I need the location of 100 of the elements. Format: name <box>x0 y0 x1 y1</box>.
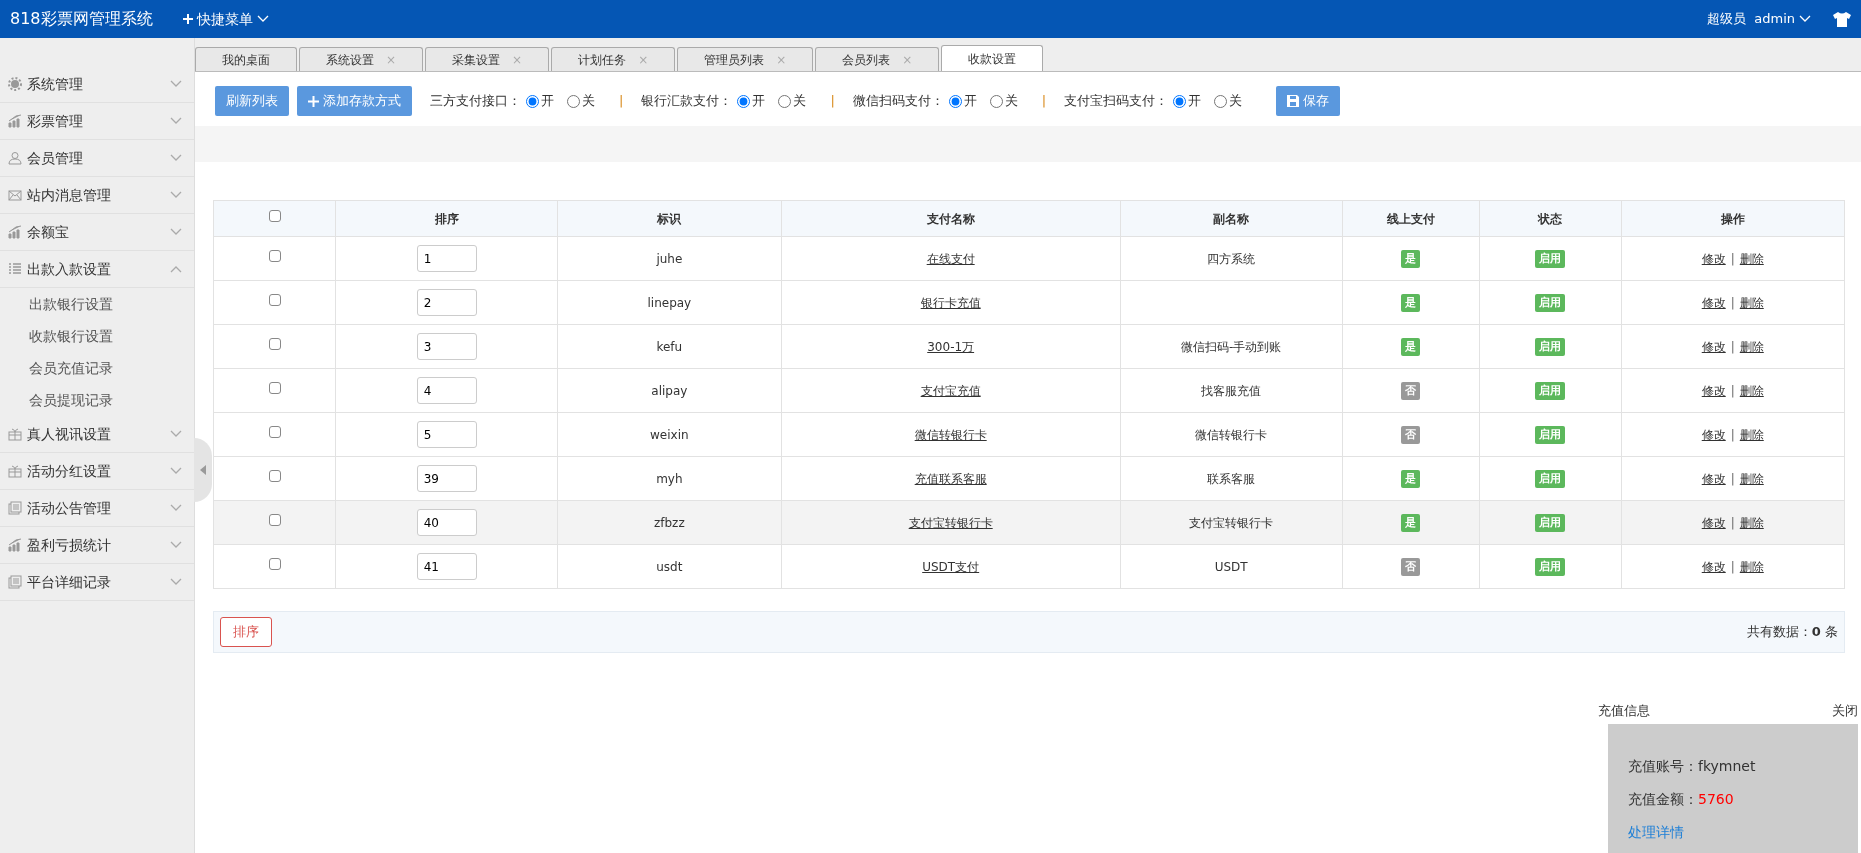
checkbox[interactable] <box>268 293 281 306</box>
tab[interactable]: 收款设置 <box>941 45 1044 71</box>
order-field[interactable]: 40 <box>416 509 477 536</box>
sidebar-item[interactable]: 彩票管理 <box>0 103 194 140</box>
payment-name-link[interactable]: 银行卡充值 <box>920 295 981 310</box>
gift-icon <box>8 427 22 441</box>
tab[interactable]: 我的桌面 <box>195 47 297 71</box>
order-field[interactable]: 41 <box>416 553 477 580</box>
sidebar-item[interactable]: 余额宝 <box>0 214 194 251</box>
radio-label: 开 <box>541 92 554 111</box>
payment-name-link[interactable]: 微信转银行卡 <box>914 427 987 442</box>
delete-link[interactable]: 删除 <box>1739 251 1764 266</box>
checkbox[interactable] <box>268 513 281 526</box>
radio-button[interactable] <box>737 94 751 108</box>
edit-link[interactable]: 修改 <box>1701 383 1726 398</box>
edit-link[interactable]: 修改 <box>1701 251 1726 266</box>
sidebar-item[interactable]: 平台详细记录 <box>0 564 194 601</box>
close-link[interactable]: 关闭 <box>1832 700 1858 720</box>
edit-link[interactable]: 修改 <box>1701 515 1726 530</box>
radio-button[interactable] <box>948 94 962 108</box>
status-tag: 启用 <box>1535 469 1566 489</box>
order-field[interactable]: 2 <box>416 289 477 316</box>
delete-link[interactable]: 删除 <box>1739 295 1764 310</box>
tab[interactable]: 采集设置 × <box>425 47 550 71</box>
chevron-icon <box>256 15 269 23</box>
tab[interactable]: 管理员列表 × <box>677 47 814 71</box>
edit-link[interactable]: 修改 <box>1701 471 1726 486</box>
table-cell: myh <box>656 471 683 486</box>
radio-button[interactable] <box>778 94 792 108</box>
document-icon <box>8 501 22 515</box>
plus-icon <box>308 95 319 107</box>
delete-link[interactable]: 删除 <box>1739 427 1764 442</box>
checkbox[interactable] <box>268 469 281 482</box>
sidebar-item[interactable]: 出款入款设置 <box>0 251 194 288</box>
radio-button[interactable] <box>526 94 539 108</box>
radio-label: 开 <box>752 92 766 111</box>
sidebar-subitem[interactable]: 会员充值记录 <box>0 352 194 384</box>
delete-link[interactable]: 删除 <box>1739 515 1764 530</box>
edit-link[interactable]: 修改 <box>1701 295 1726 310</box>
radio-button[interactable] <box>567 94 580 108</box>
amount-value: 5760 <box>1698 790 1734 809</box>
checkbox[interactable] <box>268 249 281 262</box>
sidebar-subitem[interactable]: 会员提现记录 <box>0 384 194 416</box>
status-tag: 启用 <box>1535 557 1566 577</box>
payment-name-link[interactable]: 300-1万 <box>927 339 975 354</box>
sidebar-item[interactable]: 站内消息管理 <box>0 177 194 214</box>
order-field[interactable]: 4 <box>416 377 477 404</box>
radio-label: 关 <box>1229 92 1243 111</box>
order-field[interactable]: 1 <box>416 245 477 272</box>
table-cell: linepay <box>647 295 692 310</box>
sidebar-item[interactable]: 系统管理 <box>0 66 194 103</box>
status-tag: 启用 <box>1535 249 1566 269</box>
payment-name-link[interactable]: 充值联系客服 <box>914 471 987 486</box>
collapse-handle[interactable] <box>194 438 212 502</box>
column-header: 排序 <box>335 200 558 237</box>
edit-link[interactable]: 修改 <box>1701 427 1726 442</box>
bar-chart-icon <box>8 225 22 239</box>
radio-button[interactable] <box>989 94 1003 108</box>
payment-name-link[interactable]: 支付宝充值 <box>920 383 981 398</box>
sidebar-item[interactable]: 活动公告管理 <box>0 490 194 527</box>
separator: | <box>1730 251 1735 266</box>
checkbox[interactable] <box>268 557 281 570</box>
caret-icon <box>200 465 206 475</box>
radio-label: 开 <box>963 92 977 111</box>
shirt-icon[interactable] <box>1833 11 1851 27</box>
bar-chart-icon <box>8 114 22 128</box>
delete-link[interactable]: 删除 <box>1739 471 1764 486</box>
sidebar-subitem[interactable]: 收款银行设置 <box>0 320 194 352</box>
quick-menu[interactable]: 快捷菜单 <box>182 8 269 30</box>
separator: | <box>1730 515 1735 530</box>
payment-name-link[interactable]: 支付宝转银行卡 <box>908 515 993 530</box>
list-icon <box>8 262 22 276</box>
checkbox[interactable] <box>268 337 281 350</box>
sidebar-item[interactable]: 盈利亏损统计 <box>0 527 194 564</box>
radio-button[interactable] <box>1214 94 1228 108</box>
sidebar-item[interactable]: 真人视讯设置 <box>0 416 194 453</box>
delete-link[interactable]: 删除 <box>1739 339 1764 354</box>
separator: | <box>619 92 624 111</box>
order-field[interactable]: 3 <box>416 333 477 360</box>
checkbox[interactable] <box>268 381 281 394</box>
payment-name-link[interactable]: 在线支付 <box>926 251 975 266</box>
delete-link[interactable]: 删除 <box>1739 559 1764 574</box>
checkbox[interactable] <box>268 425 281 438</box>
edit-link[interactable]: 修改 <box>1701 559 1726 574</box>
order-field[interactable]: 5 <box>416 421 477 448</box>
tab[interactable]: 会员列表 × <box>815 47 940 71</box>
user-menu[interactable]: admin <box>1754 9 1811 29</box>
edit-link[interactable]: 修改 <box>1701 339 1726 354</box>
radio-button[interactable] <box>1173 94 1187 108</box>
payment-name-link[interactable]: USDT支付 <box>922 559 980 574</box>
sidebar-subitem[interactable]: 出款银行设置 <box>0 288 194 320</box>
sort-button[interactable]: 排序 <box>220 617 272 647</box>
delete-link[interactable]: 删除 <box>1739 383 1764 398</box>
order-field[interactable]: 39 <box>416 465 477 492</box>
switch-label: 三方支付接口： <box>430 92 521 111</box>
tab[interactable]: 系统设置 × <box>299 47 424 71</box>
separator: | <box>1730 471 1735 486</box>
sidebar-item[interactable]: 会员管理 <box>0 140 194 177</box>
tab[interactable]: 计划任务 × <box>551 47 676 71</box>
checkbox[interactable] <box>268 209 281 222</box>
